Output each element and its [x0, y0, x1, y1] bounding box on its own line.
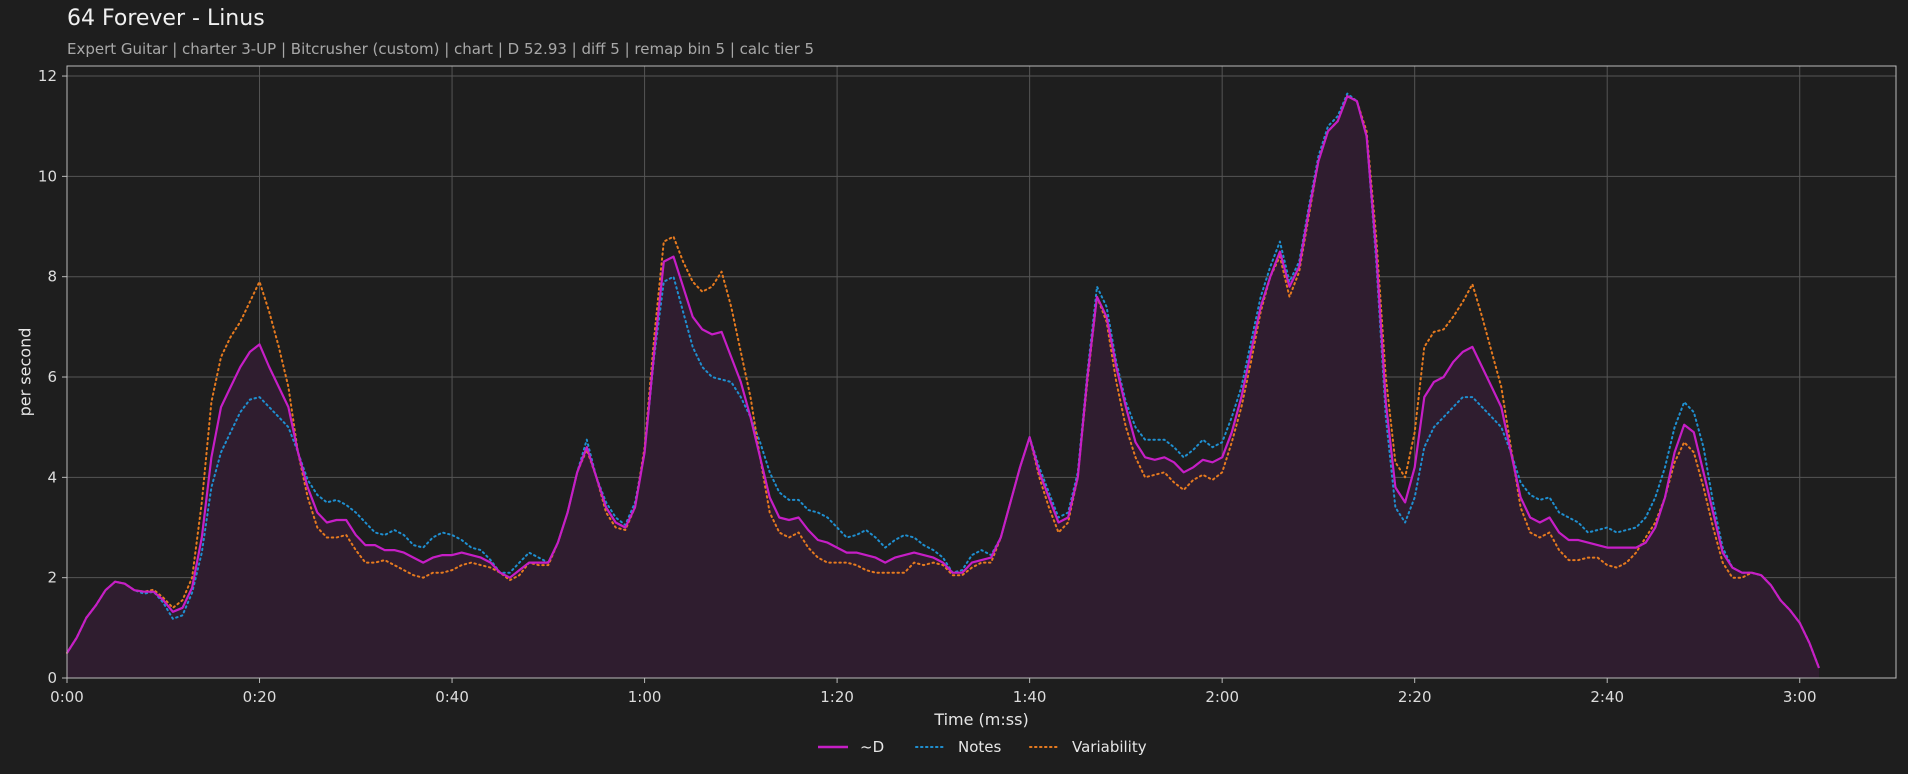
y-tick-label: 8	[47, 268, 57, 286]
legend-label-2: Variability	[1072, 738, 1147, 756]
x-tick-label: 0:20	[243, 688, 277, 706]
y-tick-label: 0	[47, 669, 57, 687]
y-tick-label: 10	[38, 167, 57, 185]
series-area-0	[67, 96, 1819, 679]
x-tick-label: 2:20	[1398, 688, 1432, 706]
x-axis-ticks: 0:00 0:20 0:40 1:00 1:20 1:40 2:00 2:20 2:40 3:00	[50, 678, 1817, 706]
y-axis-ticks: 0 2 4 6 8 10 12	[38, 67, 67, 687]
y-tick-label: 6	[47, 368, 57, 386]
legend: ~D Notes Variability	[818, 738, 1147, 756]
y-tick-label: 12	[38, 67, 57, 85]
x-tick-label: 1:00	[628, 688, 662, 706]
x-tick-label: 1:40	[1013, 688, 1047, 706]
x-tick-label: 2:00	[1205, 688, 1239, 706]
y-axis-label: per second	[16, 328, 35, 417]
x-tick-label: 1:20	[820, 688, 854, 706]
x-tick-label: 2:40	[1590, 688, 1624, 706]
x-tick-label: 3:00	[1783, 688, 1817, 706]
y-tick-label: 2	[47, 569, 57, 587]
chart-svg: 0:00 0:20 0:40 1:00 1:20 1:40 2:00 2:20 2:40 3:00…	[16, 65, 1897, 756]
legend-label-1: Notes	[958, 738, 1002, 756]
y-tick-label: 4	[47, 468, 57, 486]
x-axis-label: Time (m:ss)	[933, 710, 1028, 729]
x-tick-label: 0:40	[435, 688, 469, 706]
x-tick-label: 0:00	[50, 688, 84, 706]
legend-label-0: ~D	[860, 738, 884, 756]
area-fill-layer	[67, 96, 1819, 679]
